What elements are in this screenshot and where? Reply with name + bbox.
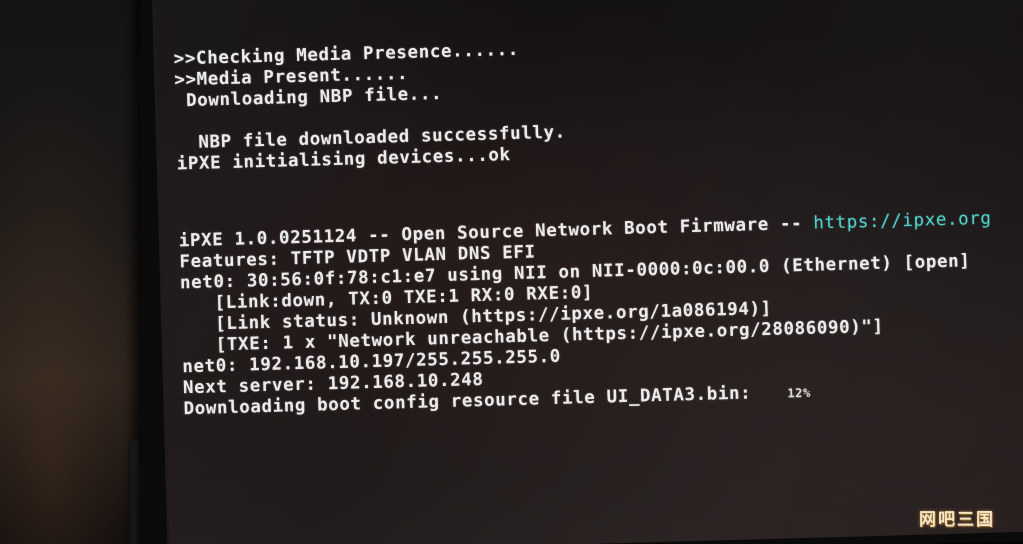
photo-scene: >>Checking Media Presence...... >>Media … xyxy=(0,0,1023,544)
watermark-logo: 网吧三国 xyxy=(919,510,995,530)
boot-console: >>Checking Media Presence...... >>Media … xyxy=(173,25,1023,420)
monitor-screen: >>Checking Media Presence...... >>Media … xyxy=(152,0,1023,544)
ipxe-url-link: https://ipxe.org xyxy=(813,208,992,234)
download-progress-text: 12% xyxy=(787,385,812,401)
